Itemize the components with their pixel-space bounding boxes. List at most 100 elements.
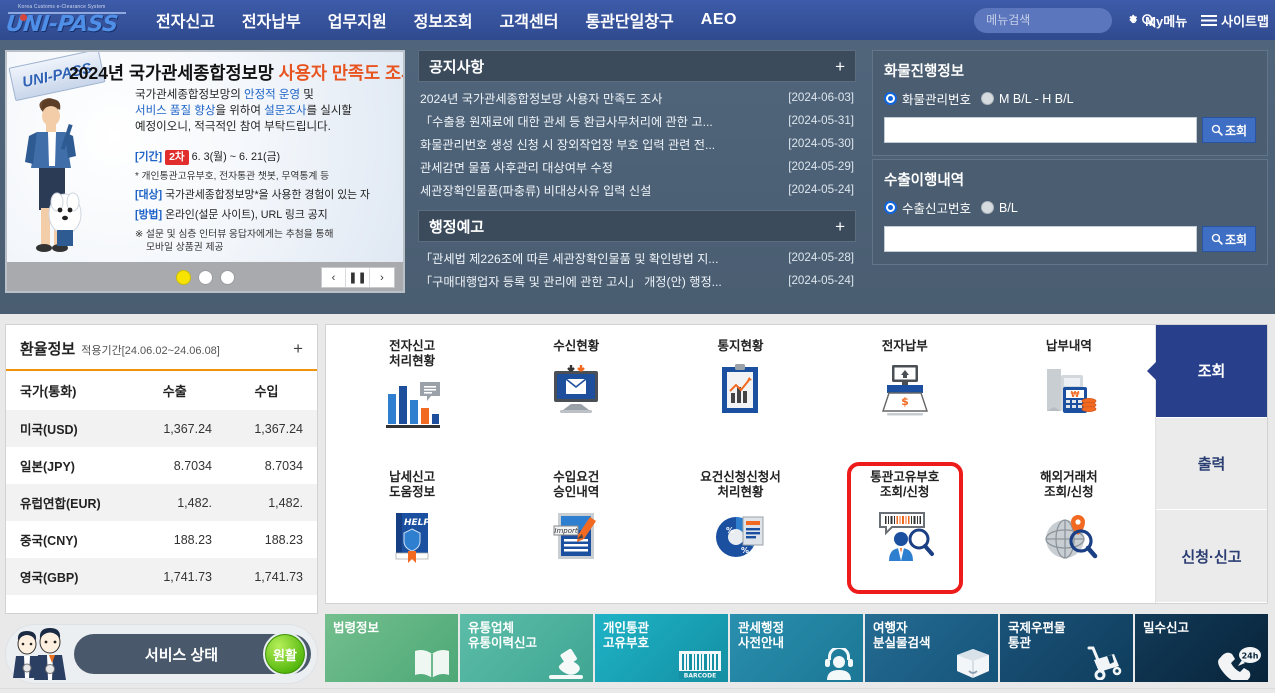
service-shortcut-panel: 전자신고 처리현황 수신현황 통지현황 전자납부 $ 납부내역 ₩ 납세신고 도… <box>325 324 1268 604</box>
banner-pause-button[interactable]: ❚❚ <box>346 268 370 287</box>
quick-link-label: 유통업체 유통이력신고 <box>468 621 538 650</box>
service-item-epayment[interactable]: 전자납부 $ <box>823 333 987 464</box>
notice-row[interactable]: 화물관리번호 생성 신청 시 장외작업장 부호 입력 관련 전... [2024… <box>420 132 854 155</box>
banner-dot-3[interactable] <box>219 269 235 285</box>
menu-search-box[interactable] <box>974 7 1156 33</box>
admin-notice-title: 행정예고 <box>429 218 485 236</box>
notice-row[interactable]: 2024년 국가관세종합정보망 사용자 만족도 조사 [2024-06-03] <box>420 86 854 109</box>
column-country: 국가(통화) <box>20 384 77 399</box>
export-search-button[interactable]: 조회 <box>1202 226 1256 252</box>
service-label: 통관고유부호 조회/신청 <box>870 470 940 499</box>
svg-text:HELP: HELP <box>404 518 430 528</box>
quick-link-lost-property[interactable]: 여행자 분실물검색 <box>865 614 998 682</box>
cell-export: 1,482. <box>137 484 230 521</box>
menu-search-input[interactable] <box>986 13 1142 27</box>
search-icon <box>1211 233 1223 245</box>
admin-notice-more-button[interactable]: + <box>835 218 845 235</box>
export-radio-bl[interactable]: B/L <box>981 201 1018 215</box>
service-item-requirement-application-status[interactable]: 요건신청신청서 처리현황 % % <box>658 464 822 595</box>
promo-banner[interactable]: UNI-PASS 2024년 국가관세종합정보망 사용자 만족도 조사 국가관세… <box>5 50 405 293</box>
my-menu-button[interactable]: My메뉴 <box>1126 11 1187 30</box>
cell-export: 188.23 <box>173 532 212 547</box>
quick-link-distribution-history[interactable]: 유통업체 유통이력신고 <box>460 614 593 682</box>
banner-prev-button[interactable]: ‹ <box>322 268 346 287</box>
export-query-row: 조회 <box>884 226 1256 252</box>
banner-dot-2[interactable] <box>197 269 213 285</box>
nav-item-customer-center[interactable]: 고객센터 <box>500 8 559 32</box>
cargo-radio-management-no[interactable]: 화물관리번호 <box>884 89 971 108</box>
notice-date: [2024-05-24] <box>788 183 854 196</box>
hand-truck-icon <box>1087 646 1122 680</box>
service-status-bar[interactable]: 서비스 상태 원활 <box>5 624 318 684</box>
admin-notice-row[interactable]: 「구매대행업자 등록 및 관리에 관한 고시」 개정(안) 행정... [202… <box>420 269 854 292</box>
notice-row[interactable]: 관세감면 물품 사후관리 대상여부 수정 [2024-05-29] <box>420 155 854 178</box>
service-item-customs-unique-code[interactable]: 통관고유부호 조회/신청 <box>823 464 987 595</box>
service-label: 해외거래처 조회/신청 <box>1040 470 1098 499</box>
service-item-received-status[interactable]: 수신현황 <box>494 333 658 464</box>
nav-item-single-window[interactable]: 통관단일창구 <box>585 8 673 32</box>
nav-item-info-search[interactable]: 정보조회 <box>414 8 473 32</box>
exchange-rate-more-button[interactable]: + <box>293 340 303 357</box>
quick-link-international-mail[interactable]: 국제우편물 통관 <box>1000 614 1133 682</box>
svg-text:$: $ <box>901 395 909 408</box>
cargo-query-input[interactable] <box>884 117 1197 143</box>
quick-link-law-info[interactable]: 법령정보 <box>325 614 458 682</box>
banner-subtitle: 국가관세종합정보망의 안정적 운영 및 서비스 품질 향상을 위하여 설문조사를… <box>135 87 403 135</box>
notice-row[interactable]: 「수출용 원재료에 대한 관세 등 환급사무처리에 관한 고... [2024-… <box>420 109 854 132</box>
banner-next-button[interactable]: › <box>370 268 394 287</box>
export-query-input[interactable] <box>884 226 1197 252</box>
nav-item-epayment[interactable]: 전자납부 <box>242 8 301 32</box>
tab-application-declaration[interactable]: 신청·신고 <box>1156 510 1267 604</box>
notice-header: 공지사항 + <box>418 50 856 82</box>
quick-link-customs-guidance[interactable]: 관세행정 사전안내 <box>730 614 863 682</box>
banner-controls-bar: ‹ ❚❚ › <box>7 262 403 291</box>
exchange-rate-title: 환율정보 <box>20 341 76 358</box>
service-label: 납세신고 도움정보 <box>389 470 436 499</box>
tab-print[interactable]: 출력 <box>1156 417 1267 511</box>
service-item-tax-declaration-help[interactable]: 납세신고 도움정보 HELP <box>330 464 494 595</box>
quick-link-label: 여행자 분실물검색 <box>873 621 931 650</box>
banner-footnote-2: 모바일 상품권 제공 <box>146 242 224 253</box>
person-headset-icon <box>825 648 853 680</box>
service-item-import-requirements[interactable]: 수입요건 승인내역 Import <box>494 464 658 595</box>
cargo-search-button[interactable]: 조회 <box>1202 117 1256 143</box>
nav-item-aeo[interactable]: AEO <box>701 11 737 29</box>
inbox-mail-icon <box>545 360 607 422</box>
notice-text: 2024년 국가관세종합정보망 사용자 만족도 조사 <box>420 91 663 106</box>
unipass-logo[interactable]: Korea Customs e-Clearance System UNI-PAS… <box>0 0 140 40</box>
cargo-radio-bl[interactable]: M B/L - H B/L <box>981 92 1074 106</box>
service-item-notification-status[interactable]: 통지현황 <box>658 333 822 464</box>
nav-item-support[interactable]: 업무지원 <box>328 8 387 32</box>
banner-dot-1[interactable] <box>175 269 191 285</box>
admin-notice-row[interactable]: 「관세법 제226조에 따른 세관장확인물품 및 확인방법 지... [2024… <box>420 246 854 269</box>
nav-item-edeclaration[interactable]: 전자신고 <box>156 8 215 32</box>
gear-icon <box>1126 13 1141 28</box>
svg-text:₩: ₩ <box>1070 390 1079 399</box>
phone-24h-icon: 24h <box>1218 647 1261 680</box>
banner-sub1b: 안정적 운영 <box>244 89 301 101</box>
export-history-panel: 수출이행내역 수출신고번호 B/L 조회 <box>872 159 1268 265</box>
page-bottom-strip <box>0 688 1275 693</box>
quick-link-bar: 법령정보 유통업체 유통이력신고 개인통관 고유부호 BARCODE 관세행정 … <box>325 614 1268 682</box>
service-item-edeclaration-status[interactable]: 전자신고 처리현황 <box>330 333 494 464</box>
notice-row[interactable]: 세관장확인물품(파충류) 비대상사유 입력 신설 [2024-05-24] <box>420 178 854 201</box>
quick-link-personal-customs-code[interactable]: 개인통관 고유부호 BARCODE <box>595 614 728 682</box>
notice-more-button[interactable]: + <box>835 58 845 75</box>
top-section: UNI-PASS 2024년 국가관세종합정보망 사용자 만족도 조사 국가관세… <box>0 40 1275 314</box>
service-item-overseas-partner[interactable]: 해외거래처 조회/신청 <box>987 464 1151 595</box>
banner-period-key: [기간] <box>135 151 163 163</box>
banner-footnote-1: ※ 설문 및 심층 인터뷰 응답자에게는 추첨을 통해 <box>135 229 334 240</box>
sitemap-button[interactable]: 사이트맵 <box>1201 11 1269 30</box>
export-radio-declaration-no[interactable]: 수출신고번호 <box>884 198 971 217</box>
column-export: 수출 <box>162 384 187 399</box>
cell-import: 188.23 <box>264 532 303 547</box>
quick-link-smuggling-report[interactable]: 밀수신고 24h <box>1135 614 1268 682</box>
admin-notice-list: 「관세법 제226조에 따른 세관장확인물품 및 확인방법 지... [2024… <box>418 242 856 292</box>
banner-title-highlight: 사용자 만족도 조사 <box>278 63 405 83</box>
tab-inquiry[interactable]: 조회 <box>1156 325 1267 418</box>
bar-chart-icon <box>381 375 443 437</box>
notice-text: 세관장확인물품(파충류) 비대상사유 입력 신설 <box>420 183 652 198</box>
cell-import: 1,367.24 <box>230 410 317 447</box>
service-item-payment-history[interactable]: 납부내역 ₩ <box>987 333 1151 464</box>
banner-playback-controls: ‹ ❚❚ › <box>321 267 395 288</box>
